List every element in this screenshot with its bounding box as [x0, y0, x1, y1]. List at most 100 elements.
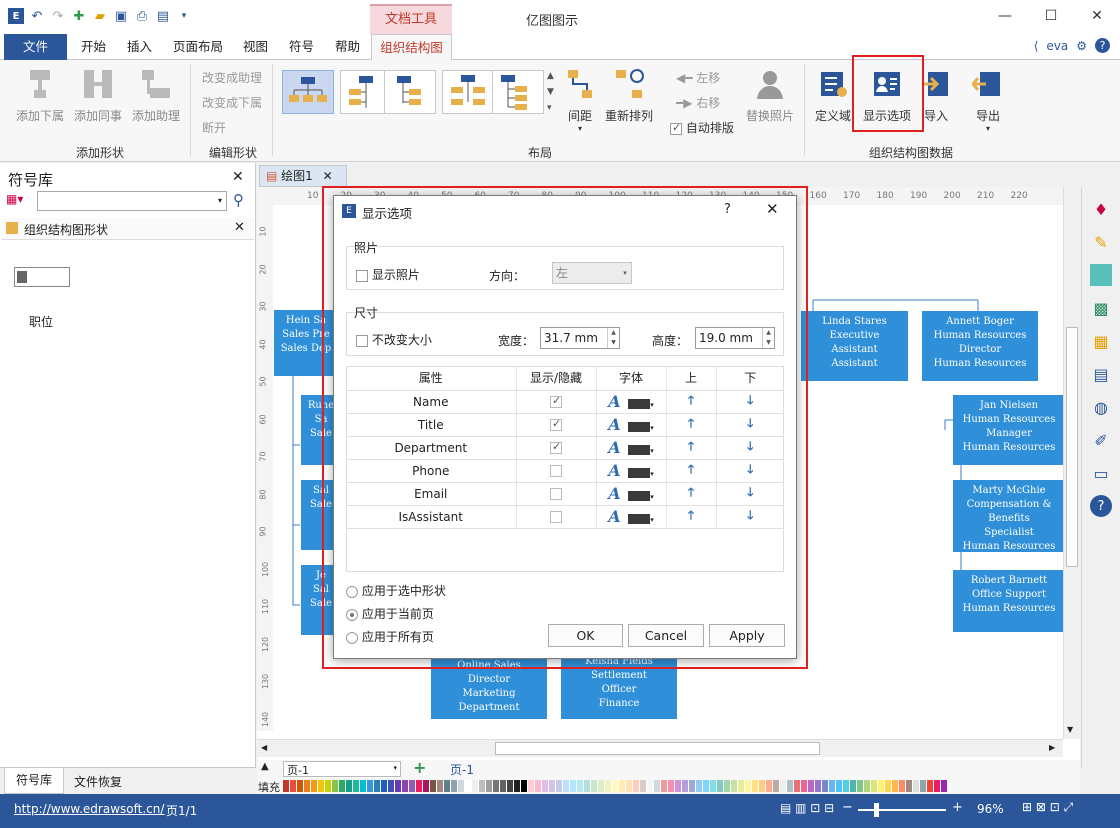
change-to-subordinate-button[interactable]: 改变成下属 — [202, 94, 262, 111]
help-icon[interactable]: ? — [1095, 38, 1110, 53]
zoom-out-icon[interactable]: − — [842, 800, 853, 815]
color-swatch[interactable] — [864, 780, 871, 792]
document-tools-context-tab[interactable]: 文档工具 — [370, 4, 452, 34]
color-swatch[interactable] — [535, 780, 542, 792]
doc-tab-drawing1[interactable]: ▤ 绘图1 ✕ — [259, 165, 347, 187]
color-swatch[interactable] — [367, 780, 374, 792]
undo-icon[interactable]: ↶ — [29, 8, 45, 24]
color-swatch[interactable] — [850, 780, 857, 792]
collapse-icon[interactable]: ▲ — [261, 761, 269, 772]
close-section-icon[interactable]: ✕ — [234, 220, 245, 235]
color-swatch[interactable] — [437, 780, 444, 792]
replace-photo-button[interactable]: 替换照片 — [742, 68, 798, 124]
color-swatch[interactable] — [836, 780, 843, 792]
page-select[interactable]: 页-1 ▾ — [283, 761, 401, 777]
color-swatch[interactable] — [780, 780, 787, 792]
color-swatch[interactable] — [332, 780, 339, 792]
color-swatch[interactable] — [794, 780, 801, 792]
color-swatch[interactable] — [766, 780, 773, 792]
tab-page-layout[interactable]: 页面布局 — [173, 34, 223, 60]
color-swatch[interactable] — [899, 780, 906, 792]
color-swatch[interactable] — [787, 780, 794, 792]
color-swatch[interactable] — [388, 780, 395, 792]
auto-layout-checkbox[interactable]: 自动排版 — [670, 119, 734, 136]
user-name[interactable]: eva — [1046, 39, 1068, 53]
add-page-icon[interactable]: + — [413, 758, 426, 777]
layout-style-3-button[interactable] — [384, 70, 436, 114]
share-icon[interactable]: ⟨ — [1034, 39, 1039, 53]
close-icon[interactable]: ✕ — [232, 169, 244, 185]
open-icon[interactable]: ▰ — [92, 8, 108, 24]
color-swatch[interactable] — [892, 780, 899, 792]
layout-gallery-scroll[interactable]: ▲ ▼ ▾ — [547, 68, 554, 116]
position-shape-item[interactable] — [14, 267, 70, 287]
horizontal-scroll-thumb[interactable] — [495, 742, 820, 755]
color-swatch[interactable] — [871, 780, 878, 792]
color-swatch[interactable] — [710, 780, 717, 792]
add-colleague-button[interactable]: 添加同事 — [72, 68, 124, 124]
color-swatch[interactable] — [878, 780, 885, 792]
color-swatch[interactable] — [528, 780, 535, 792]
color-swatch[interactable] — [549, 780, 556, 792]
move-left-button[interactable]: ◀━ 左移 — [676, 69, 720, 86]
color-swatch[interactable] — [290, 780, 297, 792]
layout-style-5-button[interactable] — [492, 70, 544, 114]
color-swatch[interactable] — [598, 780, 605, 792]
color-swatch[interactable] — [416, 780, 423, 792]
color-swatch[interactable] — [815, 780, 822, 792]
color-swatch[interactable] — [514, 780, 521, 792]
color-swatch[interactable] — [619, 780, 626, 792]
fit-icons[interactable]: ⊞ ⊠ ⊡ ⤢ — [1022, 800, 1073, 815]
color-swatch[interactable] — [717, 780, 724, 792]
vertical-scrollbar[interactable]: ▼ — [1063, 187, 1080, 739]
image-icon[interactable]: ▩ — [1090, 297, 1112, 319]
color-swatch[interactable] — [738, 780, 745, 792]
search-icon[interactable]: ⚲ — [233, 191, 244, 209]
color-swatch[interactable] — [822, 780, 829, 792]
color-swatch[interactable] — [458, 780, 465, 792]
close-doc-icon[interactable]: ✕ — [323, 169, 333, 183]
redo-icon[interactable]: ↷ — [50, 8, 66, 24]
layers-icon[interactable]: ▦ — [1090, 330, 1112, 352]
color-swatch[interactable] — [731, 780, 738, 792]
customize-qat-icon[interactable]: ▾ — [176, 8, 192, 24]
layout-style-1-button[interactable] — [282, 70, 334, 114]
define-field-button[interactable]: 定义域 — [812, 68, 854, 124]
color-swatch[interactable] — [570, 780, 577, 792]
color-swatch[interactable] — [584, 780, 591, 792]
color-swatch[interactable] — [563, 780, 570, 792]
color-swatch[interactable] — [640, 780, 647, 792]
color-swatch[interactable] — [521, 780, 528, 792]
auto-layout-check[interactable] — [670, 121, 682, 135]
org-box[interactable]: Annett Boger Human Resources Director Human… — [922, 311, 1038, 381]
new-icon[interactable]: ✚ — [71, 8, 87, 24]
color-swatch[interactable] — [360, 780, 367, 792]
color-swatch[interactable] — [920, 780, 927, 792]
org-box[interactable]: Marty McGhie Compensation & Benefits Specia… — [953, 480, 1063, 552]
tab-insert[interactable]: 插入 — [127, 34, 152, 60]
color-swatch[interactable] — [591, 780, 598, 792]
view-mode-icons[interactable]: ▤ ▥ ⊡ ⊟ — [780, 801, 834, 815]
color-swatch[interactable] — [318, 780, 325, 792]
color-swatch[interactable] — [451, 780, 458, 792]
color-swatch[interactable] — [724, 780, 731, 792]
export-button[interactable]: 导出 ▾ — [970, 68, 1006, 133]
color-swatch[interactable] — [675, 780, 682, 792]
zoom-slider[interactable] — [858, 803, 946, 817]
color-swatch[interactable] — [409, 780, 416, 792]
org-shapes-section[interactable]: 组织结构图形状 ✕ — [2, 218, 254, 240]
import-button[interactable]: 导入 — [920, 68, 952, 124]
color-swatch[interactable] — [297, 780, 304, 792]
color-swatch[interactable] — [885, 780, 892, 792]
scroll-down-icon[interactable]: ▼ — [1067, 725, 1073, 734]
layout-style-4-button[interactable] — [442, 70, 494, 114]
color-swatch[interactable] — [752, 780, 759, 792]
color-swatch[interactable] — [472, 780, 479, 792]
color-swatch[interactable] — [374, 780, 381, 792]
color-swatch[interactable] — [633, 780, 640, 792]
color-swatch[interactable] — [654, 780, 661, 792]
org-box[interactable]: Jan Nielsen Human Resources Manager Human R… — [953, 395, 1063, 465]
zoom-in-icon[interactable]: + — [952, 800, 963, 815]
change-to-assistant-button[interactable]: 改变成助理 — [202, 69, 262, 86]
tab-home[interactable]: 开始 — [81, 34, 106, 60]
